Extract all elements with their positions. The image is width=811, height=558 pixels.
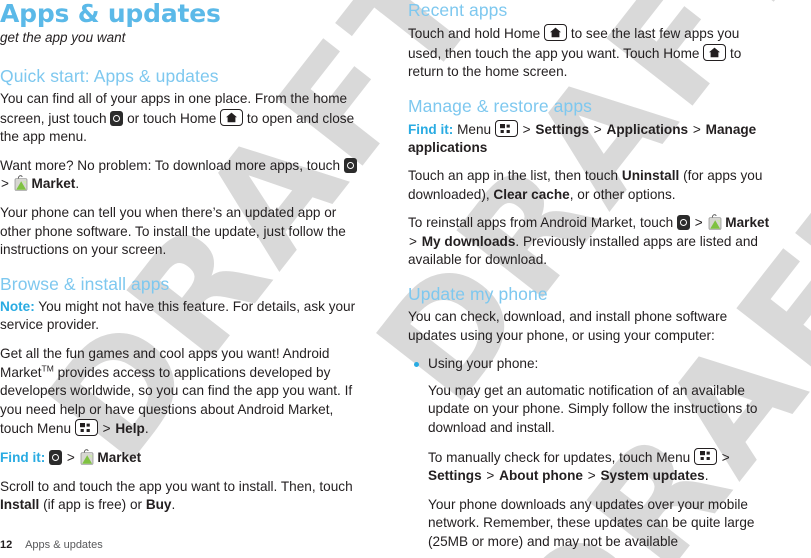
update-paragraph-1: You can check, download, and install pho…: [408, 308, 728, 343]
home-key-icon: [703, 43, 727, 61]
about-phone-label: About phone: [499, 468, 583, 484]
browse-paragraph-2: Scroll to and touch the app you want to …: [0, 478, 364, 515]
separator-gt: >: [486, 468, 495, 484]
browse-note-paragraph: Note: You might not have this feature. F…: [0, 298, 364, 335]
page-footer: 12 Apps & updates: [0, 539, 811, 552]
browse-paragraph-1: Get all the fun games and cool apps you …: [0, 345, 364, 439]
quick-start-paragraph-3: Your phone can tell you when there’s an …: [0, 204, 346, 258]
text-fragment: provides access to applications develope…: [0, 364, 353, 437]
manual-page: Apps & updates get the app you want Quic…: [0, 0, 811, 558]
applications-label: Applications: [606, 121, 689, 137]
page-subtitle: get the app you want: [0, 30, 126, 45]
app-drawer-icon: [110, 110, 124, 126]
market-label: Market: [725, 215, 770, 231]
page-title: Apps & updates: [0, 0, 221, 28]
find-it-label: Find it:: [0, 449, 46, 465]
separator-gt: >: [409, 233, 417, 249]
text-fragment: Touch and hold Home: [408, 26, 541, 41]
separator-gt: >: [1, 176, 9, 192]
quick-start-paragraph-1: You can find all of your apps in one pla…: [0, 90, 364, 147]
separator-gt: >: [593, 121, 602, 137]
menu-word: Menu: [457, 121, 492, 137]
find-it-label: Find it:: [408, 121, 454, 137]
text-fragment: .: [144, 421, 149, 437]
app-drawer-icon: [343, 157, 357, 173]
separator-gt: >: [66, 449, 75, 465]
text-fragment: Touch an app in the list, then touch: [408, 167, 619, 183]
my-downloads-label: My downloads: [421, 233, 516, 249]
install-label: Install: [0, 497, 40, 513]
separator-gt: >: [102, 421, 111, 437]
two-column-layout: Apps & updates get the app you want Quic…: [0, 0, 811, 549]
menu-key-icon: [74, 419, 98, 437]
right-column: Recent apps Touch and hold Home to see t…: [408, 0, 772, 549]
text-fragment: Scroll to and touch the app you want to …: [0, 478, 353, 494]
manage-paragraph-1: Touch an app in the list, then touch Uni…: [408, 167, 772, 204]
section-heading-manage-restore: Manage & restore apps: [408, 95, 593, 116]
settings-label: Settings: [428, 468, 482, 484]
update-sub-paragraph-1: You may get an automatic notification of…: [428, 382, 758, 435]
separator-gt: >: [692, 121, 701, 137]
home-key-icon: [544, 24, 568, 41]
recent-apps-paragraph: Touch and hold Home to see the last few …: [408, 24, 772, 82]
settings-label: Settings: [535, 121, 590, 137]
market-label: Market: [97, 449, 142, 465]
uninstall-label: Uninstall: [621, 167, 680, 183]
manage-paragraph-2: To reinstall apps from Android Market, t…: [408, 214, 772, 270]
text-fragment: .: [704, 468, 709, 484]
separator-gt: >: [694, 215, 703, 231]
system-updates-label: System updates: [600, 468, 705, 484]
text-fragment: or touch Home: [127, 110, 217, 126]
buy-label: Buy: [145, 497, 172, 513]
text-fragment: To reinstall apps from Android Market, t…: [408, 215, 674, 231]
menu-key-icon: [694, 447, 717, 465]
market-bag-icon: [708, 214, 722, 230]
help-label: Help: [115, 421, 145, 437]
app-drawer-icon: [677, 215, 690, 231]
home-key-icon: [220, 108, 244, 126]
clear-cache-label: Clear cache: [493, 186, 570, 202]
text-fragment: , or other options.: [569, 186, 676, 202]
text-fragment: You might not have this feature. For det…: [0, 298, 356, 333]
text-fragment: Want more? No problem: To download more …: [0, 157, 341, 173]
text-fragment: To manually check for updates, touch Men…: [428, 449, 691, 465]
market-bag-icon: [14, 175, 28, 192]
section-heading-quick-start: Quick start: Apps & updates: [0, 66, 219, 86]
market-label: Market: [31, 176, 76, 192]
market-bag-icon: [80, 449, 94, 465]
quick-start-paragraph-2: Want more? No problem: To download more …: [0, 157, 364, 194]
left-column: Apps & updates get the app you want Quic…: [0, 0, 364, 534]
update-bullet-list: Using your phone:: [408, 355, 772, 374]
separator-gt: >: [587, 468, 596, 484]
text-fragment: .: [171, 497, 176, 513]
note-label: Note:: [0, 298, 35, 314]
section-heading-browse-install: Browse & install apps: [0, 273, 170, 294]
separator-gt: >: [522, 121, 531, 137]
list-item: Using your phone:: [408, 355, 772, 374]
update-sub-paragraph-2: To manually check for updates, touch Men…: [428, 447, 772, 486]
section-heading-recent-apps: Recent apps: [408, 0, 508, 20]
section-heading-update-my-phone: Update my phone: [408, 283, 548, 304]
app-drawer-icon: [49, 449, 63, 465]
trademark-mark: TM: [41, 363, 54, 373]
menu-key-icon: [494, 119, 518, 137]
page-number: 12: [0, 539, 13, 551]
footer-chapter-name: Apps & updates: [25, 539, 103, 551]
separator-gt: >: [721, 449, 730, 465]
manage-find-it: Find it: Menu > Settings > Applications …: [408, 119, 772, 158]
text-fragment: (if app is free) or: [43, 497, 143, 513]
browse-find-it: Find it: > Market: [0, 449, 364, 468]
text-fragment: .: [75, 176, 80, 192]
